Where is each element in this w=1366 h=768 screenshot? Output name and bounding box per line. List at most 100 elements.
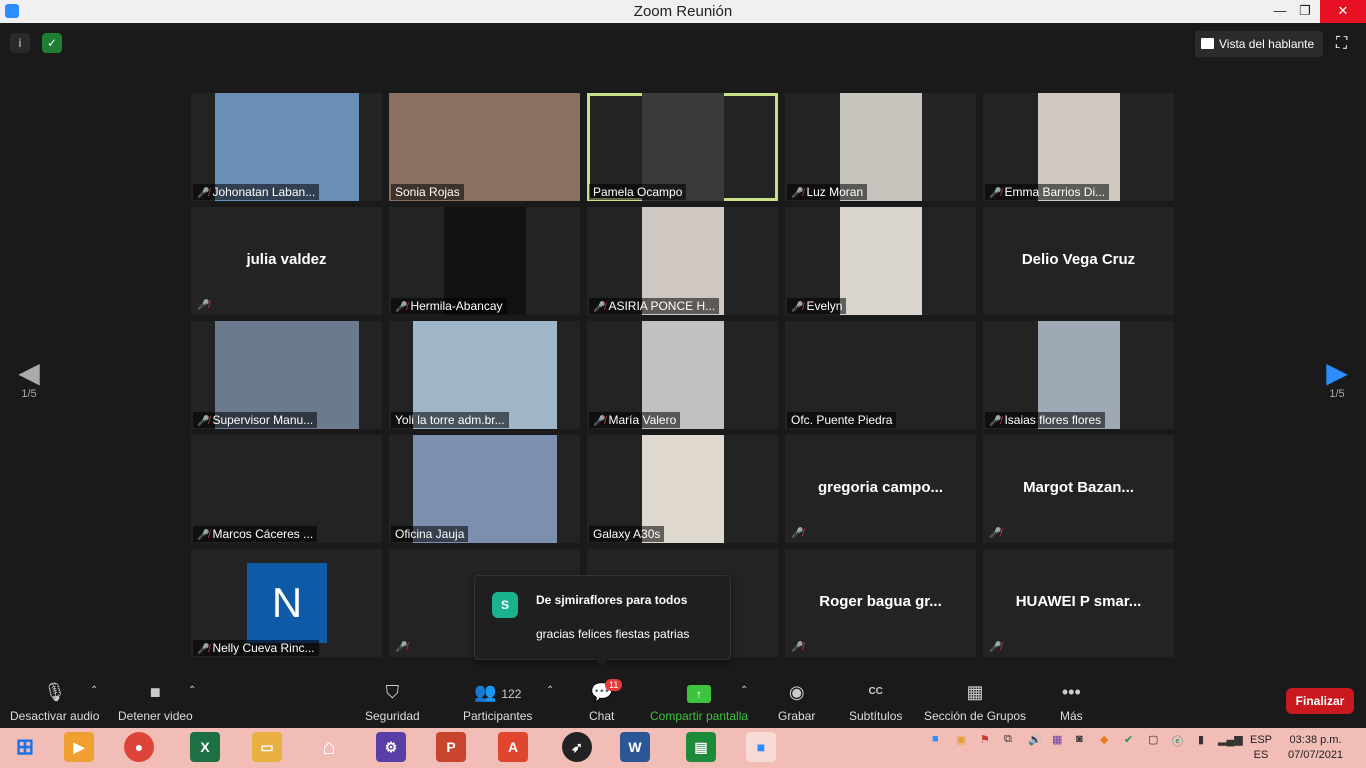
chat-button[interactable]: 💬 11 Chat (589, 679, 623, 723)
participant-name: Ofc. Puente Piedra (791, 413, 893, 427)
encryption-shield-icon[interactable]: ✓ (42, 33, 62, 53)
participant-tile[interactable]: 🎤̸ Marcos Cáceres ... (191, 435, 382, 543)
subtitles-button[interactable]: CC Subtítulos (849, 681, 902, 723)
record-button[interactable]: ◉ Grabar (778, 681, 815, 723)
stop-video-button[interactable]: ■ Detener video (118, 681, 193, 723)
tray-device-icon[interactable]: ▢ (1148, 733, 1158, 746)
media-player-icon[interactable]: ▶ (64, 732, 94, 762)
participant-label: 🎤̸ María Valero (589, 412, 681, 428)
muted-mic-icon: 🎤̸ (395, 302, 408, 313)
more-button[interactable]: ••• Más (1060, 681, 1083, 723)
tray-app-icon[interactable]: ▣ (956, 733, 966, 746)
system-clock[interactable]: 03:38 p.m. 07/07/2021 (1288, 733, 1343, 763)
close-button[interactable]: ✕ (1320, 0, 1366, 23)
participant-tile[interactable]: Oficina Jauja (389, 435, 580, 543)
participant-tile[interactable]: Pamela Ocampo (587, 93, 778, 201)
security-label: Seguridad (365, 709, 420, 723)
info-icon[interactable]: i (10, 33, 30, 53)
wifi-signal-icon[interactable]: ▂▄▆ (1218, 733, 1243, 746)
video-options-caret[interactable]: ⌃ (188, 685, 196, 696)
chat-message: gracias felices fiestas patrias (536, 627, 690, 641)
participant-tile[interactable]: gregoria campo... 🎤̸ (785, 435, 976, 543)
participants-options-caret[interactable]: ⌃ (546, 685, 554, 696)
participant-tile[interactable]: julia valdez 🎤̸ (191, 207, 382, 315)
tray-network-icon[interactable]: ⧉ (1004, 733, 1012, 746)
participant-tile[interactable]: 🎤̸ María Valero (587, 321, 778, 429)
tray-camera-icon[interactable]: ◙ (1076, 733, 1083, 745)
more-label: Más (1060, 709, 1083, 723)
participant-tile[interactable]: HUAWEI P smar... 🎤̸ (983, 549, 1174, 657)
chat-notification[interactable]: S De sjmiraflores para todos gracias fel… (474, 575, 731, 666)
settings-gear-icon[interactable]: ⚙ (376, 732, 406, 762)
participant-name: Emma Barrios Di... (1004, 185, 1106, 199)
fullscreen-icon[interactable]: ⛶ (1336, 35, 1347, 53)
share-screen-button[interactable]: ↑ Compartir pantalla (650, 681, 748, 723)
language-indicator[interactable]: ESP ES (1250, 733, 1272, 763)
word-icon[interactable]: W (620, 732, 650, 762)
participant-tile[interactable]: 🎤̸ Isaias flores flores (983, 321, 1174, 429)
chat-unread-badge: 11 (605, 679, 623, 691)
participant-label: 🎤̸ Emma Barrios Di... (985, 184, 1110, 200)
record-icon: ◉ (788, 682, 805, 702)
chrome-icon[interactable]: ● (124, 732, 154, 762)
participant-name: Sonia Rojas (395, 185, 460, 199)
prev-page-button[interactable]: ◀ 1/5 (14, 358, 44, 401)
tray-flag-icon[interactable]: ⚑ (980, 733, 990, 746)
muted-mic-icon: 🎤̸ (989, 528, 1002, 539)
excel-icon[interactable]: X (190, 732, 220, 762)
speaker-view-label: Vista del hablante (1219, 37, 1315, 51)
minimize-button[interactable]: — (1266, 0, 1294, 23)
participant-tile[interactable]: Margot Bazan... 🎤̸ (983, 435, 1174, 543)
participant-tile[interactable]: Yoli la torre adm.br... (389, 321, 580, 429)
next-page-button[interactable]: ▶ 1/5 (1322, 358, 1352, 401)
speaker-view-button[interactable]: Vista del hablante (1195, 31, 1323, 57)
participants-button[interactable]: 👥 122 Participantes (463, 681, 532, 723)
audio-options-caret[interactable]: ⌃ (90, 685, 98, 696)
share-options-caret[interactable]: ⌃ (740, 685, 748, 696)
muted-mic-icon: 🎤̸ (791, 302, 804, 313)
zoom-taskbar-icon[interactable]: ■ (746, 732, 776, 762)
participant-tile[interactable]: 🎤̸ ASIRIA PONCE H... (587, 207, 778, 315)
participant-tile[interactable]: 🎤̸ Hermila-Abancay (389, 207, 580, 315)
end-meeting-button[interactable]: Finalizar (1286, 688, 1354, 714)
participants-icon: 👥 122 (473, 682, 522, 702)
participant-tile[interactable]: 🎤̸ Johonatan Laban... (191, 93, 382, 201)
breakout-rooms-button[interactable]: ▦ Sección de Grupos (924, 681, 1026, 723)
security-button[interactable]: ⛉ Seguridad (365, 681, 420, 723)
participant-label: Pamela Ocampo (589, 184, 687, 200)
participant-tile[interactable]: Roger bagua gr... 🎤̸ (785, 549, 976, 657)
participant-label: Sonia Rojas (391, 184, 464, 200)
tray-media-icon[interactable]: ▦ (1052, 733, 1062, 746)
participant-name-large: Margot Bazan... (1023, 479, 1134, 496)
tray-zoom-icon[interactable]: ■ (932, 733, 939, 745)
muted-mic-icon: 🎤̸ (989, 416, 1002, 427)
muted-mic-icon: 🎤̸ (593, 416, 606, 427)
participant-tile[interactable]: Sonia Rojas (389, 93, 580, 201)
tray-dropbox-icon[interactable]: ◆ (1100, 733, 1108, 746)
file-explorer-icon[interactable]: ▭ (252, 732, 282, 762)
acrobat-icon[interactable]: A (498, 732, 528, 762)
powerpoint-icon[interactable]: P (436, 732, 466, 762)
windows-start-icon[interactable]: ⊞ (10, 732, 40, 762)
home-icon[interactable]: ⌂ (314, 732, 344, 762)
participant-tile[interactable]: 🎤̸ Evelyn (785, 207, 976, 315)
calculator-icon[interactable]: ▤ (686, 732, 716, 762)
participant-tile[interactable]: Ofc. Puente Piedra (785, 321, 976, 429)
restore-button[interactable]: ❐ (1291, 0, 1319, 23)
participant-name: Hermila-Abancay (410, 299, 503, 313)
tray-check-icon[interactable]: ✔ (1124, 733, 1133, 746)
video-camera-icon: ■ (149, 682, 161, 702)
participant-tile[interactable]: Galaxy A30s (587, 435, 778, 543)
participant-tile[interactable]: 🎤̸ Emma Barrios Di... (983, 93, 1174, 201)
participant-tile[interactable]: Delio Vega Cruz (983, 207, 1174, 315)
mute-audio-button[interactable]: 🎙 Desactivar audio (10, 681, 99, 723)
tray-e-icon[interactable]: ⓔ (1172, 733, 1183, 749)
participant-name: Pamela Ocampo (593, 185, 683, 199)
participant-tile[interactable]: 🎤̸ Supervisor Manu... (191, 321, 382, 429)
participant-tile[interactable]: 🎤̸ Luz Moran (785, 93, 976, 201)
participant-tile[interactable]: N 🎤̸ Nelly Cueva Rinc... (191, 549, 382, 657)
volume-icon[interactable]: 🔊 (1028, 733, 1042, 746)
compass-app-icon[interactable]: ➶ (562, 732, 592, 762)
battery-icon[interactable]: ▮ (1198, 733, 1204, 746)
cc-icon: CC (868, 686, 883, 697)
